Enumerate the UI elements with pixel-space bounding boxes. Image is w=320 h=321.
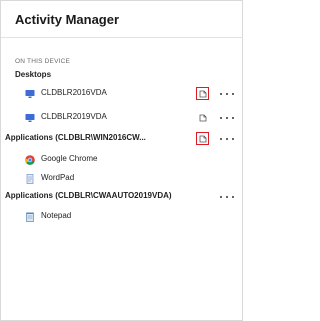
group-label-applications: Applications (CLDBLR\CWAAUTO2019VDA) [5, 191, 172, 200]
more-dot-icon [226, 138, 228, 140]
more-dot-icon [220, 138, 222, 140]
disconnect-icon [199, 114, 207, 122]
panel-header: Activity Manager [1, 1, 242, 38]
more-dot-icon [226, 196, 228, 198]
chrome-icon [25, 155, 35, 165]
desktop-icon [25, 90, 35, 98]
more-options-button[interactable] [220, 134, 234, 144]
notepad-icon [26, 212, 34, 222]
app-row-notepad[interactable]: Notepad [1, 208, 242, 226]
wordpad-icon [26, 174, 34, 184]
page-title: Activity Manager [15, 11, 120, 27]
more-dot-icon [232, 117, 234, 119]
disconnect-button[interactable] [196, 132, 209, 145]
app-name: Notepad [41, 211, 72, 220]
more-dot-icon [232, 93, 234, 95]
app-row-wordpad[interactable]: WordPad [1, 170, 242, 188]
activity-manager-panel: Activity Manager ON THIS DEVICE Desktops… [0, 0, 243, 321]
disconnect-button[interactable] [196, 111, 210, 125]
desktop-row-cldblr2016vda[interactable]: CLDBLR2016VDA [1, 85, 242, 103]
app-name: Google Chrome [41, 154, 98, 163]
more-options-button[interactable] [220, 113, 234, 123]
desktop-row-cldblr2019vda[interactable]: CLDBLR2019VDA [1, 109, 242, 127]
more-options-button[interactable] [220, 89, 234, 99]
more-dot-icon [220, 93, 222, 95]
group-label-applications: Applications (CLDBLR\WIN2016CW... [5, 133, 146, 142]
more-dot-icon [226, 117, 228, 119]
disconnect-button[interactable] [196, 87, 209, 100]
group-label-desktops: Desktops [15, 70, 52, 79]
more-dot-icon [232, 138, 234, 140]
disconnect-icon [199, 90, 206, 97]
more-dot-icon [220, 117, 222, 119]
app-name: WordPad [41, 173, 75, 182]
more-dot-icon [220, 196, 222, 198]
disconnect-icon [199, 135, 206, 142]
app-row-google-chrome[interactable]: Google Chrome [1, 151, 242, 169]
more-dot-icon [232, 196, 234, 198]
more-dot-icon [226, 93, 228, 95]
more-options-button[interactable] [220, 192, 234, 202]
desktop-name: CLDBLR2016VDA [41, 88, 107, 97]
app-group-row-cwaauto2019[interactable]: Applications (CLDBLR\CWAAUTO2019VDA) [1, 188, 242, 206]
section-label-on-this-device: ON THIS DEVICE [15, 58, 71, 65]
desktop-icon [25, 114, 35, 122]
app-group-row-win2016[interactable]: Applications (CLDBLR\WIN2016CW... [1, 130, 242, 148]
desktop-name: CLDBLR2019VDA [41, 112, 107, 121]
